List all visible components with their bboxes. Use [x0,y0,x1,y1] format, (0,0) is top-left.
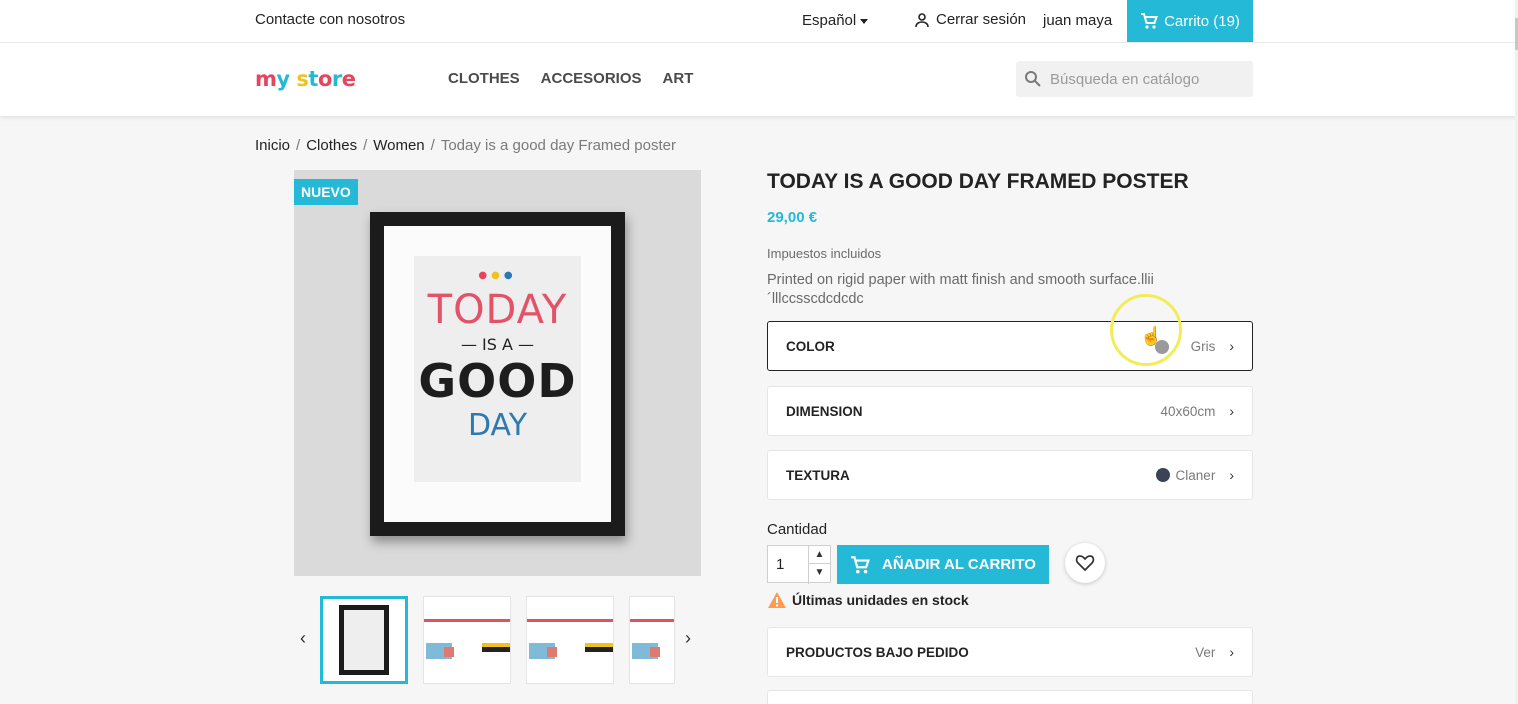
breadcrumb-separator: / [430,137,435,154]
wishlist-button[interactable] [1065,543,1105,583]
stock-warning: Últimas unidades en stock [767,591,969,609]
thumbnail-carousel: ‹ › [294,594,701,684]
chevron-right-icon: › [1229,644,1234,660]
new-badge: NUEVO [294,179,358,205]
poster-dots: ●●● [478,270,517,281]
description-line-1: Printed on rigid paper with matt finish … [767,272,1154,288]
thumbnail-shot-red [650,647,660,657]
cart-button[interactable]: Carrito (19) [1127,0,1253,42]
quantity-spinner: ▲ ▼ [808,546,830,584]
heart-icon [1075,555,1095,572]
cart-icon [851,555,870,573]
chevron-left-icon[interactable]: ‹ [300,628,306,649]
option-label: DIMENSION [786,403,863,419]
poster-mat: ●●● TODAY — IS A — GOOD DAY [384,226,611,522]
nav-clothes[interactable]: CLOTHES [448,70,520,87]
nav-art[interactable]: ART [663,70,694,87]
language-label: Español [802,12,857,29]
option-value-text: Gris [1190,338,1216,354]
nav-accesorios[interactable]: ACCESORIOS [541,70,642,87]
poster-frame: ●●● TODAY — IS A — GOOD DAY [370,212,625,536]
option-value: Gris [1191,339,1216,354]
poster-text-day: DAY [467,408,528,443]
chevron-right-icon: › [1229,403,1234,419]
chevron-right-icon[interactable]: › [685,628,691,649]
option-value: Claner [1155,467,1216,483]
thumbnail-mat [344,610,384,670]
cart-icon [1141,13,1158,29]
backorder-products[interactable]: PRODUCTOS BAJO PEDIDO Ver › [767,627,1253,677]
logout-link[interactable]: Cerrar sesión [914,11,1026,28]
poster-text-good: GOOD [418,354,577,408]
breadcrumb-women[interactable]: Women [373,137,424,154]
tax-note: Impuestos incluidos [767,246,882,261]
logout-label: Cerrar sesión [936,11,1027,28]
header: my store CLOTHES ACCESORIOS ART Búsqueda… [0,43,1518,116]
caret-down-icon [860,18,869,24]
next-option-partial[interactable] [767,690,1253,704]
poster-artwork: ●●● TODAY — IS A — GOOD DAY [414,256,581,482]
chevron-right-icon: › [1229,338,1234,354]
language-selector[interactable]: Español [802,12,869,29]
search-box[interactable]: Búsqueda en catálogo [1016,61,1253,97]
backorder-value: Ver [1195,644,1216,660]
option-value-text: Claner [1175,467,1216,483]
main-nav: CLOTHES ACCESORIOS ART [448,70,693,87]
poster-text-is-a: — IS A — [460,335,535,354]
poster-text-today: TODAY [427,287,568,333]
product-price: 29,00 € [767,209,818,226]
quantity-input[interactable]: 1 [776,556,784,573]
thumbnail-poster [339,605,389,675]
thumbnail-4[interactable] [629,596,675,684]
add-to-cart-button[interactable]: AÑADIR AL CARRITO [837,545,1049,584]
warning-icon [768,592,786,608]
option-dimension[interactable]: DIMENSION 40x60cm › [767,386,1253,436]
breadcrumb-home[interactable]: Inicio [255,137,290,154]
thumbnail-shot-black [482,647,510,652]
breadcrumb-current: Today is a good day Framed poster [440,137,676,154]
breadcrumb: Inicio / Clothes / Women / Today is a go… [255,137,676,154]
cart-label: Carrito (19) [1164,12,1240,30]
option-textura[interactable]: TEXTURA Claner › [767,450,1253,500]
thumbnail-shot-bar [527,619,613,622]
option-value: 40x60cm [1161,404,1216,419]
thumbnail-shot-bar [630,619,674,622]
add-to-cart-label: AÑADIR AL CARRITO [882,556,1036,573]
quantity-down-button[interactable]: ▼ [809,564,830,582]
quantity-up-button[interactable]: ▲ [809,546,830,564]
breadcrumb-clothes[interactable]: Clothes [306,137,357,154]
backorder-label: PRODUCTOS BAJO PEDIDO [786,644,969,660]
thumbnail-shot-red [547,647,557,657]
thumbnail-2[interactable] [423,596,511,684]
quantity-stepper[interactable]: 1 ▲ ▼ [767,545,831,584]
quantity-label: Cantidad [767,521,828,538]
thumbnail-3[interactable] [526,596,614,684]
option-label: TEXTURA [786,467,850,483]
stock-warning-text: Últimas unidades en stock [792,592,969,608]
store-logo[interactable]: my store [255,67,356,91]
topbar: Contacte con nosotros Español Cerrar ses… [0,0,1518,43]
contact-link[interactable]: Contacte con nosotros [255,11,405,28]
product-title: TODAY IS A GOOD DAY FRAMED POSTER [767,170,1189,193]
chevron-right-icon: › [1229,467,1234,483]
thumbnail-shot-black [585,647,613,652]
breadcrumb-separator: / [296,137,301,154]
search-input[interactable]: Búsqueda en catálogo [1050,71,1199,88]
account-link[interactable]: juan maya [1043,12,1112,29]
hand-pointer-icon: ☝ [1140,326,1163,346]
option-value-text: 40x60cm [1160,403,1216,419]
texture-swatch-icon [1155,468,1170,482]
thumbnail-shot-bar [424,619,510,622]
product-main-image[interactable]: ●●● TODAY — IS A — GOOD DAY [294,170,701,576]
user-icon [915,12,929,27]
thumbnail-1[interactable] [320,596,408,684]
search-icon [1025,71,1041,87]
breadcrumb-separator: / [363,137,368,154]
thumbnail-shot-red [444,647,454,657]
